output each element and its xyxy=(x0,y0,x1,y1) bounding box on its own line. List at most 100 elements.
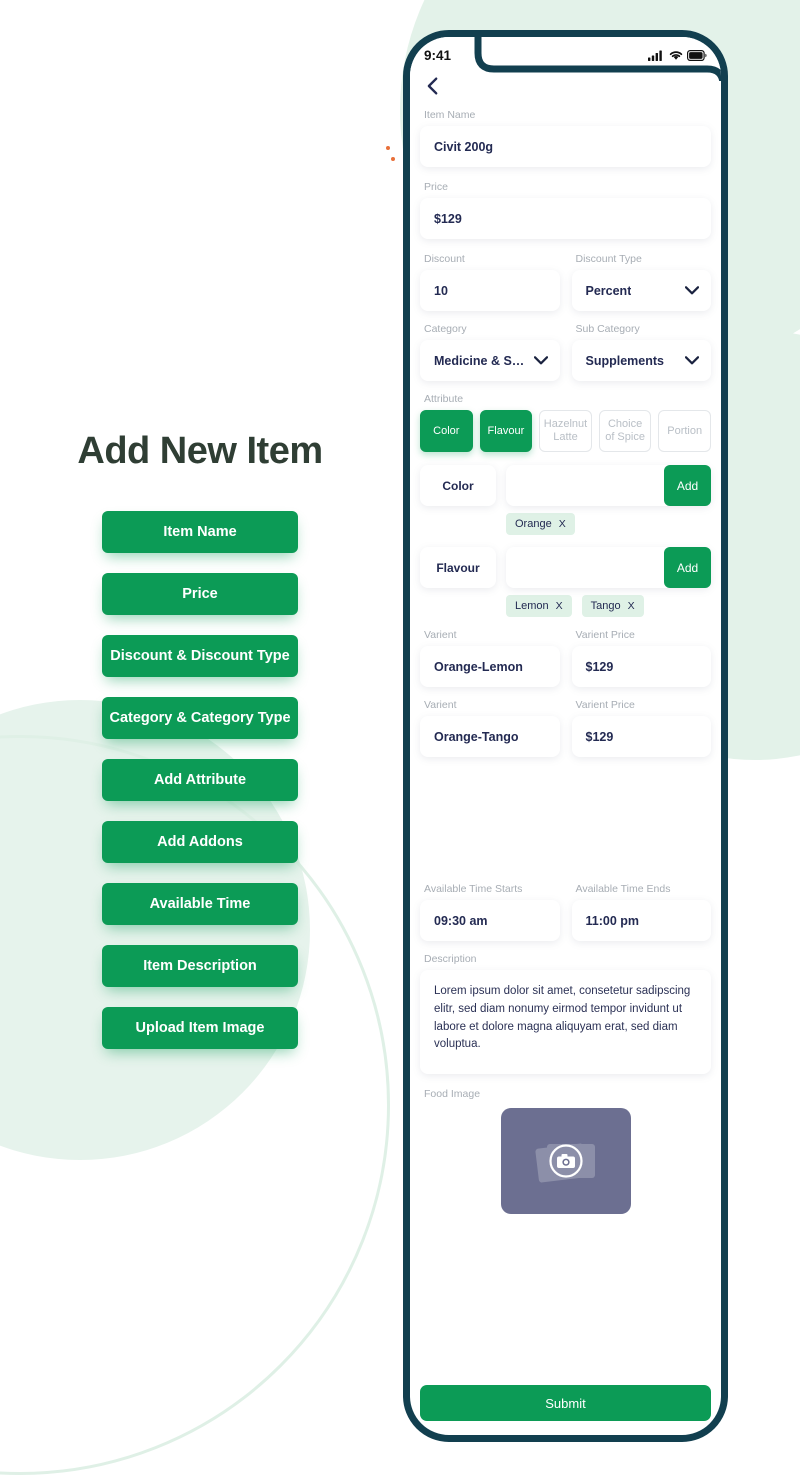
attribute-entry-name-color: Color xyxy=(420,465,496,506)
attribute-tag-lemon-remove-icon[interactable]: X xyxy=(556,600,563,612)
field-category: Category Medicine & Supplim... xyxy=(420,323,560,381)
select-category[interactable]: Medicine & Supplim... xyxy=(420,340,560,381)
add-flavour-value-button[interactable]: Add xyxy=(664,547,711,588)
feature-button-upload-item-image[interactable]: Upload Item Image xyxy=(102,1007,298,1049)
input-price[interactable]: $129 xyxy=(420,198,711,239)
feature-button-list: Item Name Price Discount & Discount Type… xyxy=(102,511,298,1049)
status-bar: 9:41 xyxy=(410,37,721,73)
attribute-tag-lemon[interactable]: Lemon X xyxy=(506,595,572,617)
input-discount[interactable]: 10 xyxy=(420,270,560,311)
attribute-chip-color[interactable]: Color xyxy=(420,410,473,452)
input-variant-1[interactable]: Orange-Lemon xyxy=(420,646,560,687)
chevron-down-icon[interactable] xyxy=(685,356,699,365)
field-variant-price-2: Varient Price $129 xyxy=(571,699,711,757)
row-category: Category Medicine & Supplim... Sub Categ… xyxy=(420,323,711,381)
form-screen: Item Name Civit 200g Price $129 Discount… xyxy=(410,37,721,1435)
food-image-upload[interactable] xyxy=(500,1108,631,1214)
field-variant-2: Varient Orange-Tango xyxy=(420,699,560,757)
label-variant-1: Varient xyxy=(424,629,457,641)
feature-button-category[interactable]: Category & Category Type xyxy=(102,697,298,739)
feature-button-discount[interactable]: Discount & Discount Type xyxy=(102,635,298,677)
page-title: Add New Item xyxy=(77,430,323,472)
field-time-start: Available Time Starts 09:30 am xyxy=(420,883,560,941)
submit-bar: Submit xyxy=(420,1385,711,1421)
battery-icon xyxy=(687,49,707,61)
textarea-description[interactable]: Lorem ipsum dolor sit amet, consetetur s… xyxy=(420,970,711,1074)
attribute-chip-flavour[interactable]: Flavour xyxy=(479,410,533,452)
field-description: Description Lorem ipsum dolor sit amet, … xyxy=(420,953,711,1074)
select-category-value: Medicine & Supplim... xyxy=(434,353,528,368)
field-variant-price-1: Varient Price $129 xyxy=(571,629,711,687)
chevron-down-icon[interactable] xyxy=(685,286,699,295)
input-variant-price-2[interactable]: $129 xyxy=(571,716,711,757)
attribute-chip-hazelnut-latte[interactable]: Hazelnut Latte xyxy=(539,410,592,452)
feature-button-item-name[interactable]: Item Name xyxy=(102,511,298,553)
status-bar-icons xyxy=(648,49,707,61)
row-variant-2: Varient Orange-Tango Varient Price $129 xyxy=(420,699,711,757)
label-category: Category xyxy=(424,323,467,335)
field-discount-type: Discount Type Percent xyxy=(571,253,711,311)
chevron-down-icon[interactable] xyxy=(533,356,548,365)
attribute-value-input-color-wrap: Add xyxy=(506,465,711,506)
attribute-tag-orange-label: Orange xyxy=(515,518,552,530)
feature-list-panel: Add New Item Item Name Price Discount & … xyxy=(0,0,400,1479)
select-sub-category[interactable]: Supplements xyxy=(571,340,711,381)
feature-button-available-time[interactable]: Available Time xyxy=(102,883,298,925)
camera-icon[interactable] xyxy=(527,1130,605,1192)
field-variant-1: Varient Orange-Lemon xyxy=(420,629,560,687)
label-time-start: Available Time Starts xyxy=(424,883,523,895)
attribute-chip-choice-of-spice[interactable]: Choice of Spice xyxy=(598,410,652,452)
label-variant-price-1: Varient Price xyxy=(575,629,635,641)
input-time-start[interactable]: 09:30 am xyxy=(420,900,560,941)
label-price: Price xyxy=(424,181,448,193)
label-discount: Discount xyxy=(424,253,465,265)
label-item-name: Item Name xyxy=(424,109,476,121)
input-variant-price-1[interactable]: $129 xyxy=(571,646,711,687)
attribute-entry-color: Color Add Orange X xyxy=(420,465,711,535)
attribute-tag-row-color: Orange X xyxy=(496,513,711,535)
input-time-end[interactable]: 11:00 pm xyxy=(571,900,711,941)
attribute-chip-portion[interactable]: Portion xyxy=(658,410,711,452)
wifi-icon xyxy=(669,50,683,60)
input-variant-2[interactable]: Orange-Tango xyxy=(420,716,560,757)
field-item-name: Item Name Civit 200g xyxy=(420,109,711,167)
row-variant-1: Varient Orange-Lemon Varient Price $129 xyxy=(420,629,711,687)
page-root: Add New Item Item Name Price Discount & … xyxy=(0,0,800,1479)
select-sub-category-value: Supplements xyxy=(585,353,665,368)
field-discount: Discount 10 xyxy=(420,253,560,311)
attribute-chip-row: Color Flavour Hazelnut Latte Choice of S… xyxy=(420,410,711,452)
label-food-image: Food Image xyxy=(424,1088,481,1100)
attribute-tag-orange[interactable]: Orange X xyxy=(506,513,575,535)
attribute-tag-orange-remove-icon[interactable]: X xyxy=(559,518,566,530)
add-color-value-button[interactable]: Add xyxy=(664,465,711,506)
field-price: Price $129 xyxy=(420,181,711,239)
label-sub-category: Sub Category xyxy=(575,323,640,335)
field-sub-category: Sub Category Supplements xyxy=(571,323,711,381)
label-variant-price-2: Varient Price xyxy=(575,699,635,711)
attribute-tag-tango-label: Tango xyxy=(590,600,621,612)
attribute-entry-name-flavour: Flavour xyxy=(420,547,496,588)
phone-mockup: 9:41 Item Name Civit 200g Price $129 Dis… xyxy=(403,30,728,1442)
section-food-image: Food Image xyxy=(420,1088,711,1214)
select-discount-type-value: Percent xyxy=(585,283,632,298)
signal-bars-icon xyxy=(648,50,662,61)
select-discount-type[interactable]: Percent xyxy=(571,270,711,311)
attribute-entry-flavour: Flavour Add Lemon X Tango X xyxy=(420,547,711,617)
label-attribute: Attribute xyxy=(424,393,464,405)
feature-button-add-attribute[interactable]: Add Attribute xyxy=(102,759,298,801)
input-item-name[interactable]: Civit 200g xyxy=(420,126,711,167)
status-bar-clock: 9:41 xyxy=(424,47,452,63)
feature-button-item-description[interactable]: Item Description xyxy=(102,945,298,987)
back-button[interactable] xyxy=(422,75,444,97)
attribute-tag-tango-remove-icon[interactable]: X xyxy=(628,600,635,612)
label-description: Description xyxy=(424,953,477,965)
label-discount-type: Discount Type xyxy=(575,253,642,265)
attribute-tag-tango[interactable]: Tango X xyxy=(581,595,644,617)
attribute-value-input-flavour-wrap: Add xyxy=(506,547,711,588)
feature-button-price[interactable]: Price xyxy=(102,573,298,615)
attribute-tag-row-flavour: Lemon X Tango X xyxy=(496,595,711,617)
back-chevron-icon[interactable] xyxy=(422,75,444,97)
submit-button[interactable]: Submit xyxy=(420,1385,711,1421)
feature-button-add-addons[interactable]: Add Addons xyxy=(102,821,298,863)
label-time-end: Available Time Ends xyxy=(575,883,671,895)
